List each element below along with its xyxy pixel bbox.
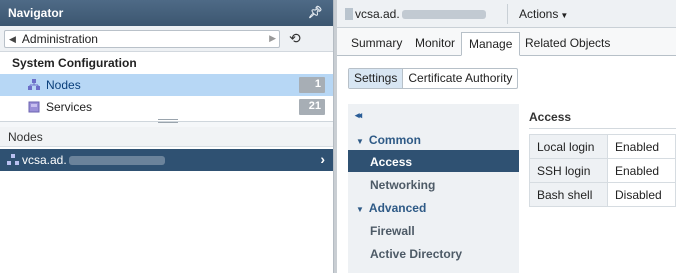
navigator-title: Navigator — [8, 6, 64, 20]
actions-menu[interactable]: Actions ▼ — [519, 7, 568, 21]
tree-item-nodes[interactable]: Nodes 1 — [0, 74, 333, 96]
property-key: SSH login — [529, 158, 608, 183]
triangle-down-icon: ▼ — [356, 137, 364, 146]
forward-arrow-icon: ▶ — [269, 33, 276, 43]
redacted-text — [401, 9, 486, 19]
group-label: Advanced — [368, 201, 427, 215]
caret-down-icon: ▼ — [560, 11, 569, 20]
section-title: System Configuration — [12, 56, 137, 70]
navigator-back-bar: ◀ Administration ▶ ⟲ — [0, 26, 333, 52]
splitter-grip-icon[interactable] — [158, 119, 178, 123]
property-key: Local login — [529, 134, 608, 159]
property-value: Disabled — [607, 182, 676, 207]
tab-summary[interactable]: Summary — [351, 36, 402, 50]
nodes-icon — [28, 79, 40, 90]
node-name: vcsa.ad. — [22, 153, 67, 167]
triangle-down-icon: ▼ — [356, 205, 364, 214]
object-name: vcsa.ad. — [355, 7, 400, 21]
count-badge: 1 — [299, 77, 325, 93]
settings-sidebar: ◂◂ ▼ Common Access Networking ▼ Advanced F… — [348, 104, 519, 273]
divider — [529, 128, 676, 129]
tree-item-services[interactable]: Services 21 — [0, 96, 333, 118]
navigator-panel: Navigator 📌︎ ◀ Administration ▶ ⟲ System… — [0, 0, 334, 273]
tab-manage[interactable]: Manage — [461, 32, 521, 56]
group-advanced[interactable]: ▼ Advanced — [348, 196, 519, 218]
chevron-right-icon[interactable]: › — [320, 151, 325, 167]
main-panel: vcsa.ad. Actions ▼ Summary Monitor Manage… — [337, 0, 676, 273]
subtab-bar: Settings Certificate Authority — [348, 68, 519, 89]
collapse-icon[interactable]: ◂◂ — [355, 110, 362, 121]
object-icon — [345, 8, 353, 20]
tree-item-label: Nodes — [46, 78, 81, 92]
access-properties-table: Local login Enabled SSH login Enabled Ba… — [529, 134, 676, 207]
table-row: Bash shell Disabled — [529, 182, 676, 207]
sidebar-item-firewall[interactable]: Firewall — [348, 219, 519, 241]
object-title: vcsa.ad. — [345, 7, 486, 21]
navigator-header: Navigator 📌︎ — [0, 0, 333, 26]
table-row: SSH login Enabled — [529, 158, 676, 183]
table-row: Local login Enabled — [529, 134, 676, 159]
pin-icon[interactable]: 📌︎ — [308, 5, 323, 19]
history-icon[interactable]: ⟲ — [289, 30, 301, 47]
subtab-settings[interactable]: Settings — [349, 69, 404, 88]
back-button[interactable]: ◀ Administration ▶ — [4, 30, 280, 48]
tab-related-objects[interactable]: Related Objects — [525, 36, 610, 50]
tab-monitor[interactable]: Monitor — [415, 36, 455, 50]
header-divider — [507, 4, 508, 24]
back-arrow-icon: ◀ — [9, 33, 16, 44]
services-icon — [28, 101, 40, 113]
property-value: Enabled — [607, 134, 676, 159]
count-badge: 21 — [299, 99, 325, 115]
object-header: vcsa.ad. Actions ▼ — [337, 0, 676, 28]
sidebar-item-active-directory[interactable]: Active Directory — [348, 242, 519, 264]
property-key: Bash shell — [529, 182, 608, 207]
tab-bar: Summary Monitor Manage Related Objects — [337, 28, 676, 56]
back-label: Administration — [21, 32, 98, 46]
group-label: Common — [368, 133, 421, 147]
property-value: Enabled — [607, 158, 676, 183]
node-row[interactable]: vcsa.ad. › — [0, 149, 333, 171]
redacted-text — [68, 155, 165, 165]
nodes-list-header: Nodes — [0, 127, 333, 147]
actions-label: Actions — [519, 7, 559, 21]
node-icon — [7, 154, 19, 165]
group-common[interactable]: ▼ Common — [348, 128, 519, 150]
sidebar-item-networking[interactable]: Networking — [348, 173, 519, 195]
subtab-certificate-authority[interactable]: Certificate Authority — [403, 69, 517, 88]
tree-item-label: Services — [46, 100, 93, 114]
access-title: Access — [529, 110, 572, 124]
sidebar-item-access[interactable]: Access — [348, 150, 519, 172]
